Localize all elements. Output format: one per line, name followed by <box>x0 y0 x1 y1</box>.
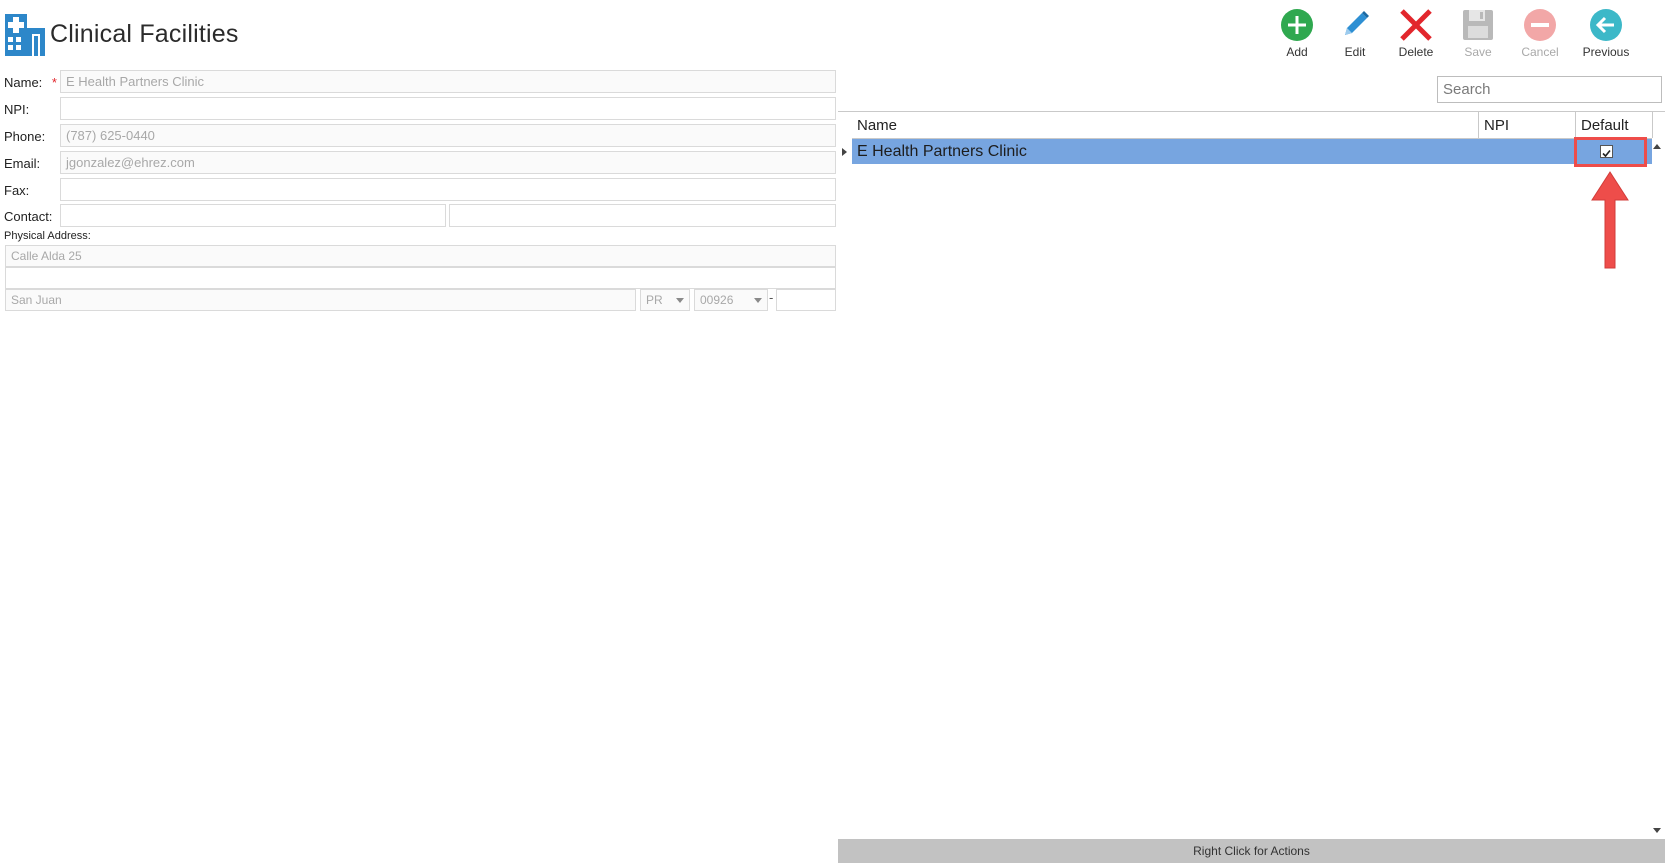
pencil-icon <box>1345 11 1369 35</box>
add-label: Add <box>1286 45 1308 59</box>
contact-last-name-field[interactable] <box>449 204 836 227</box>
plus-circle-icon <box>1281 9 1313 41</box>
column-header-name[interactable]: Name <box>852 112 1478 138</box>
email-label: Email: <box>4 156 41 171</box>
chevron-down-icon <box>676 298 684 303</box>
hospital-icon <box>5 14 45 56</box>
zip-select[interactable]: 00926 <box>694 289 768 311</box>
previous-label: Previous <box>1582 45 1630 59</box>
edit-label: Edit <box>1344 45 1366 59</box>
column-header-npi[interactable]: NPI <box>1479 112 1575 138</box>
x-icon <box>1400 9 1432 41</box>
address-line1-field[interactable]: Calle Alda 25 <box>5 245 836 267</box>
chevron-down-icon <box>754 298 762 303</box>
search-input[interactable] <box>1437 76 1662 103</box>
grid-footer: Right Click for Actions <box>838 839 1665 863</box>
contact-first-name-field[interactable] <box>60 204 446 227</box>
phone-label: Phone: <box>4 129 46 144</box>
row-indicator-icon <box>842 148 847 156</box>
city-field[interactable]: San Juan <box>5 289 636 311</box>
zip-extension-field[interactable] <box>776 289 836 311</box>
zip-value: 00926 <box>700 293 734 307</box>
column-header-default[interactable]: Default <box>1576 112 1652 138</box>
minus-circle-icon <box>1524 9 1556 41</box>
save-label: Save <box>1464 45 1492 59</box>
edit-button[interactable]: Edit <box>1325 8 1385 64</box>
required-marker: * <box>51 75 57 90</box>
grid-header: Name NPI Default <box>852 112 1652 139</box>
name-label: Name: * <box>4 75 57 90</box>
column-separator <box>1652 112 1653 138</box>
delete-button[interactable]: Delete <box>1386 8 1446 64</box>
state-value: PR <box>646 293 663 307</box>
address-line2-field[interactable] <box>5 267 836 289</box>
column-separator <box>1575 112 1576 138</box>
fax-field[interactable] <box>60 178 836 201</box>
email-field[interactable]: jgonzalez@ehrez.com <box>60 151 836 174</box>
scroll-up-icon[interactable] <box>1653 144 1661 149</box>
highlight-box <box>1574 137 1647 167</box>
cancel-label: Cancel <box>1521 45 1559 59</box>
contact-label: Contact: <box>4 209 53 224</box>
table-row[interactable]: E Health Partners Clinic <box>852 139 1652 164</box>
column-separator <box>1478 112 1479 138</box>
previous-button[interactable]: Previous <box>1576 8 1636 64</box>
scroll-down-icon[interactable] <box>1653 828 1661 833</box>
phone-field[interactable]: (787) 625-0440 <box>60 124 836 147</box>
npi-field[interactable] <box>60 97 836 120</box>
physical-address-label: Physical Address: <box>4 230 91 242</box>
name-field[interactable]: E Health Partners Clinic <box>60 70 836 93</box>
npi-label: NPI: <box>4 102 30 117</box>
add-button[interactable]: Add <box>1267 8 1327 64</box>
facilities-grid <box>838 111 1665 838</box>
row-name-cell: E Health Partners Clinic <box>857 143 1027 160</box>
floppy-disk-icon <box>1463 10 1493 40</box>
page-title: Clinical Facilities <box>50 20 239 48</box>
cancel-button[interactable]: Cancel <box>1510 8 1570 64</box>
delete-label: Delete <box>1398 45 1434 59</box>
zip-separator: - <box>769 290 774 305</box>
arrow-left-circle-icon <box>1590 9 1622 41</box>
state-select[interactable]: PR <box>640 289 690 311</box>
fax-label: Fax: <box>4 183 30 198</box>
arrow-up-icon <box>1591 171 1629 269</box>
save-button[interactable]: Save <box>1448 8 1508 64</box>
